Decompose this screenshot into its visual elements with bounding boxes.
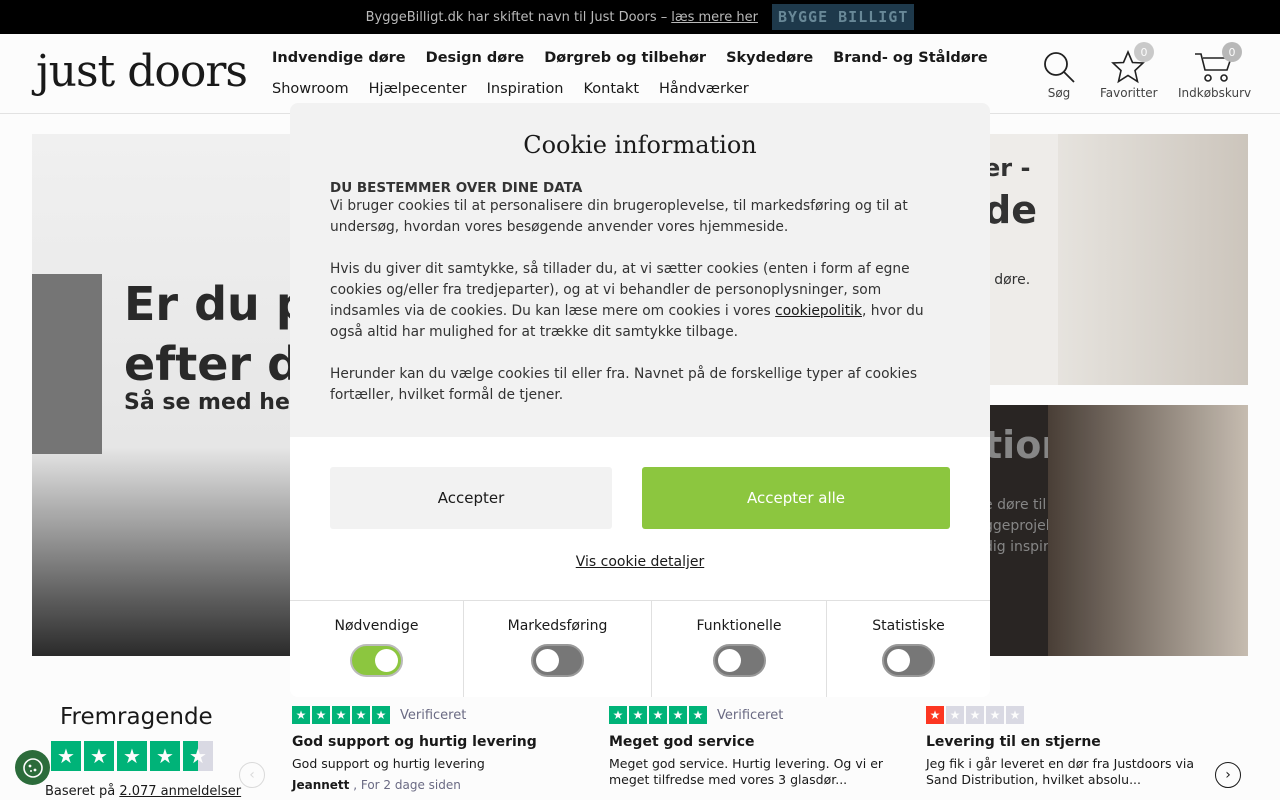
modal-paragraph-3: Herunder kan du vælge cookies til eller … (330, 366, 918, 403)
toggle-cell-marketing: Markedsføring (464, 601, 652, 697)
toggle-statistics[interactable] (882, 644, 935, 677)
toggle-label-marketing: Markedsføring (507, 618, 608, 634)
toggle-label-functional: Funktionelle (696, 618, 782, 634)
toggle-cell-statistics: Statistiske (827, 601, 990, 697)
accept-button[interactable]: Accepter (330, 467, 612, 529)
toggle-necessary[interactable] (350, 644, 403, 677)
modal-subtitle: DU BESTEMMER OVER DINE DATA (330, 180, 583, 196)
toggle-cell-functional: Funktionelle (652, 601, 827, 697)
modal-paragraph-2: Hvis du giver dit samtykke, så tillader … (330, 261, 924, 340)
cookie-consent-modal: Cookie information DU BESTEMMER OVER DIN… (290, 103, 990, 697)
modal-paragraph-1: Vi bruger cookies til at personalisere d… (330, 198, 908, 235)
accept-all-button[interactable]: Accepter alle (642, 467, 950, 529)
toggle-functional[interactable] (712, 644, 766, 677)
toggle-label-necessary: Nødvendige (334, 618, 419, 634)
toggle-cell-necessary: Nødvendige (290, 601, 464, 697)
cookie-info-section: Cookie information DU BESTEMMER OVER DIN… (290, 103, 990, 437)
cookie-category-toggles: Nødvendige Markedsføring Funktionelle St… (290, 600, 990, 697)
toggle-marketing[interactable] (531, 644, 584, 677)
show-cookie-details-link[interactable]: Vis cookie detaljer (290, 554, 990, 570)
cookie-policy-link[interactable]: cookiepolitik (775, 303, 862, 319)
toggle-label-statistics: Statistiske (872, 618, 945, 634)
modal-title: Cookie information (523, 131, 757, 159)
